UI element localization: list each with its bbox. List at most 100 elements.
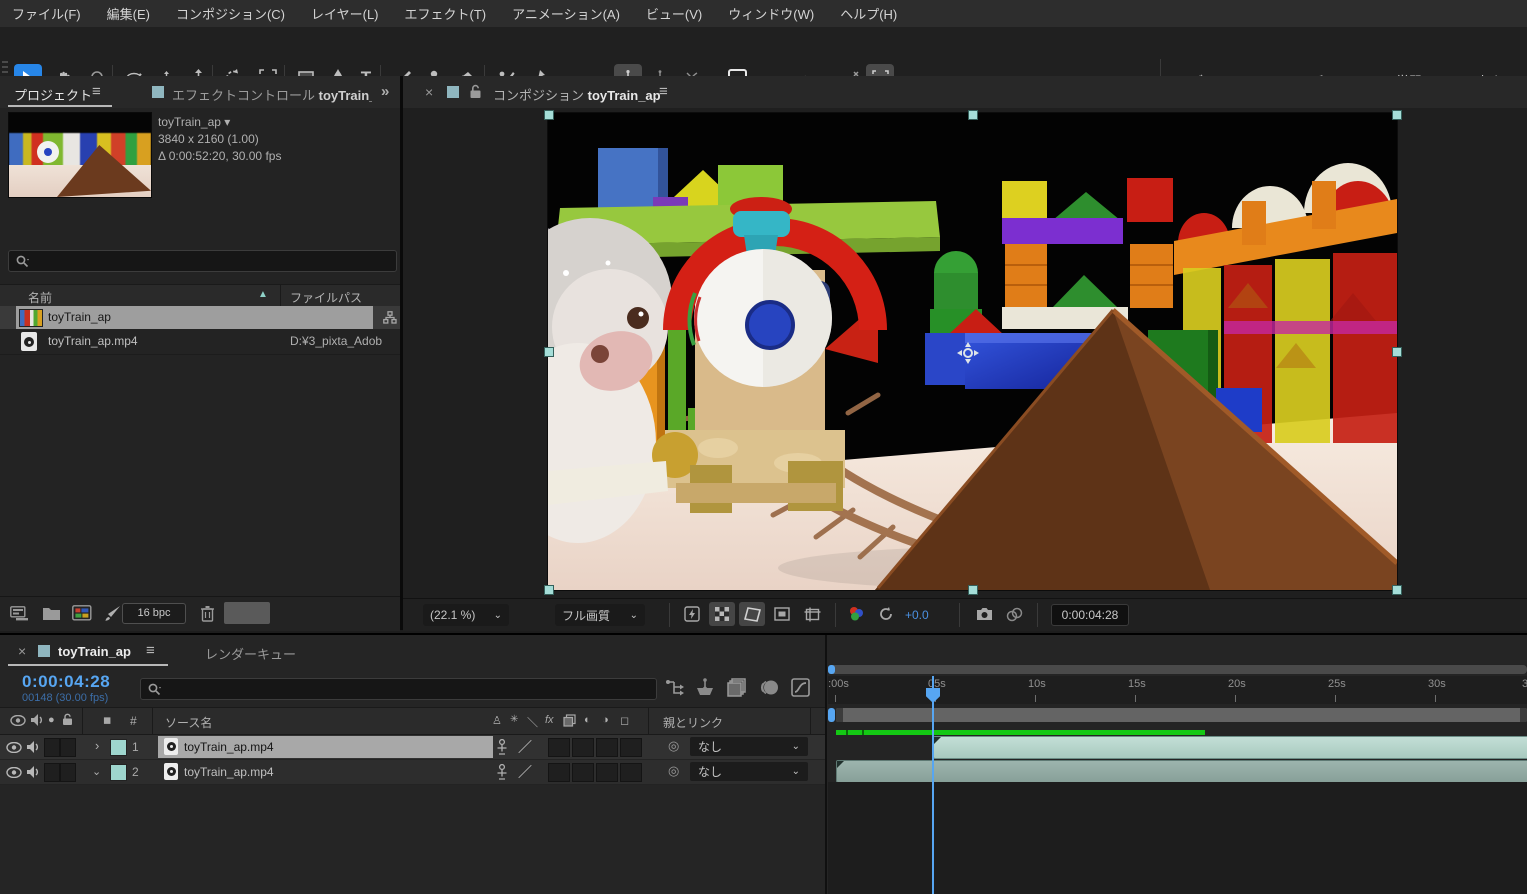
timeline-current-time[interactable]: 0:00:04:28 bbox=[22, 672, 110, 692]
layer-lock-cell[interactable] bbox=[60, 763, 76, 782]
project-row-footage[interactable]: toyTrain_ap.mp4 D:¥3_pixta_Adob bbox=[0, 330, 400, 353]
menu-edit[interactable]: 編集(E) bbox=[107, 4, 150, 23]
work-area-end-handle[interactable] bbox=[1520, 708, 1527, 722]
menu-effect[interactable]: エフェクト(T) bbox=[405, 4, 487, 23]
work-area-bar[interactable] bbox=[836, 708, 1527, 722]
layer-solo-cell[interactable] bbox=[44, 763, 60, 782]
layer-expander-icon[interactable]: ⌄ bbox=[92, 765, 101, 778]
comp-tab-label[interactable]: コンポジション toyTrain_ap bbox=[493, 85, 661, 104]
collapse-column-icon[interactable]: ✳ bbox=[510, 714, 518, 725]
number-column[interactable]: # bbox=[130, 714, 137, 728]
menu-file[interactable]: ファイル(F) bbox=[12, 4, 81, 23]
layer-video-eye-icon[interactable] bbox=[6, 742, 22, 753]
project-search-input[interactable] bbox=[8, 250, 397, 272]
parent-pickwhip-icon[interactable]: ◎ bbox=[668, 738, 679, 754]
parent-pickwhip-icon[interactable]: ◎ bbox=[668, 763, 679, 779]
snapshot-icon[interactable] bbox=[971, 602, 997, 626]
tab-timeline-comp[interactable]: toyTrain_ap bbox=[58, 644, 131, 659]
flowchart-icon[interactable] bbox=[383, 311, 397, 324]
layer-frame-blend-cell[interactable] bbox=[572, 763, 594, 782]
layer-2-duration-bar[interactable] bbox=[836, 760, 1527, 783]
layer-quality-icon[interactable]: ／ bbox=[518, 762, 532, 782]
comp-current-time[interactable]: 0:00:04:28 bbox=[1051, 604, 1129, 626]
timeline-search-input[interactable] bbox=[140, 678, 657, 700]
layer-expander-icon[interactable]: › bbox=[95, 738, 99, 753]
layer-audio-icon[interactable] bbox=[26, 765, 39, 779]
layer-name-cell[interactable]: toyTrain_ap.mp4 bbox=[158, 736, 493, 758]
region-of-interest-toggle-icon[interactable] bbox=[769, 602, 795, 626]
cube-column-icon[interactable]: ◻ bbox=[620, 714, 629, 727]
selection-handle-top-right[interactable] bbox=[1392, 110, 1402, 120]
magnification-dropdown[interactable]: (22.1 %)⌄ bbox=[423, 604, 509, 626]
layer-video-eye-icon[interactable] bbox=[6, 767, 22, 778]
layer-quality-icon[interactable]: ／ bbox=[518, 737, 532, 757]
selection-handle-mid-right[interactable] bbox=[1392, 347, 1402, 357]
layer-frame-blend-cell[interactable] bbox=[572, 738, 594, 757]
solo-column-icon[interactable]: ● bbox=[48, 714, 55, 726]
tab-render-queue[interactable]: レンダーキュー bbox=[205, 644, 296, 663]
layer-audio-icon[interactable] bbox=[26, 740, 39, 754]
new-composition-icon[interactable] bbox=[72, 605, 92, 621]
layer-fx-cell[interactable] bbox=[548, 763, 570, 782]
tab-project[interactable]: プロジェクト bbox=[14, 85, 92, 104]
adjustment-column-icon[interactable]: ◑ bbox=[602, 714, 609, 726]
project-settings-icon[interactable] bbox=[104, 605, 122, 622]
audio-column-icon[interactable] bbox=[30, 713, 43, 727]
selection-handle-mid-left[interactable] bbox=[544, 347, 554, 357]
timeline-tab-menu-icon[interactable]: ≡ bbox=[146, 642, 155, 659]
layer-source-name[interactable]: toyTrain_ap.mp4 bbox=[184, 765, 274, 779]
fx-column-icon[interactable]: fx bbox=[545, 714, 554, 726]
parent-dropdown[interactable]: なし⌄ bbox=[690, 762, 808, 781]
comp-tab-menu-icon[interactable]: ≡ bbox=[659, 83, 668, 100]
current-time-indicator-line[interactable] bbox=[932, 676, 934, 894]
fast-previews-icon[interactable] bbox=[679, 602, 705, 626]
resolution-dropdown[interactable]: フル画質⌄ bbox=[555, 604, 645, 626]
transparency-grid-icon[interactable] bbox=[709, 602, 735, 626]
quality-column-icon[interactable]: ＼ bbox=[527, 714, 538, 730]
lock-icon[interactable] bbox=[469, 84, 482, 99]
menu-composition[interactable]: コンポジション(C) bbox=[176, 4, 285, 23]
trash-icon[interactable] bbox=[200, 605, 215, 622]
interpret-footage-icon[interactable] bbox=[10, 606, 32, 621]
tab-overflow-icon[interactable]: » bbox=[381, 83, 389, 100]
menu-layer[interactable]: レイヤー(L) bbox=[311, 4, 379, 23]
mask-visibility-icon[interactable] bbox=[739, 602, 765, 626]
column-name[interactable]: 名前 bbox=[28, 289, 52, 306]
shy-column-icon[interactable]: ♙ bbox=[492, 714, 502, 727]
tab-effect-controls[interactable]: エフェクトコントロール toyTrain_ap. bbox=[172, 85, 372, 104]
draft-3d-icon[interactable] bbox=[695, 678, 715, 696]
layer-motion-blur-cell[interactable] bbox=[596, 738, 618, 757]
channel-color-icon[interactable] bbox=[843, 602, 869, 626]
sort-asc-icon[interactable]: ▲ bbox=[258, 289, 268, 300]
work-area-left-pill[interactable] bbox=[828, 708, 835, 722]
timeline-tab-close-icon[interactable]: × bbox=[18, 643, 26, 659]
label-column-icon[interactable]: ◆ bbox=[98, 712, 114, 728]
layer-motion-blur-cell[interactable] bbox=[596, 763, 618, 782]
layer-shy-icon[interactable] bbox=[496, 739, 508, 755]
motion-blur-column-icon[interactable]: ◐ bbox=[584, 714, 591, 726]
layer-anchor-point-icon[interactable] bbox=[956, 341, 980, 365]
time-navigator[interactable] bbox=[828, 665, 1527, 674]
comp-tab-close-icon[interactable]: × bbox=[425, 84, 433, 100]
menu-help[interactable]: ヘルプ(H) bbox=[840, 4, 897, 23]
layer-row-2[interactable]: ⌄ 2 toyTrain_ap.mp4 ／ ◎ なし⌄ bbox=[0, 760, 825, 785]
lock-column-icon[interactable] bbox=[62, 713, 73, 726]
layer-shy-icon[interactable] bbox=[496, 764, 508, 780]
layer-label-color[interactable] bbox=[110, 764, 127, 781]
menu-animation[interactable]: アニメーション(A) bbox=[512, 4, 620, 23]
exposure-value[interactable]: +0.0 bbox=[905, 608, 929, 622]
frame-blending-icon[interactable] bbox=[727, 678, 746, 697]
layer-lock-cell[interactable] bbox=[60, 738, 76, 757]
menu-view[interactable]: ビュー(V) bbox=[646, 4, 702, 23]
bit-depth-button[interactable]: 16 bpc bbox=[122, 603, 186, 624]
layer-3d-cell[interactable] bbox=[620, 763, 642, 782]
new-folder-icon[interactable] bbox=[42, 606, 61, 621]
comp-mini-flowchart-icon[interactable] bbox=[665, 679, 685, 696]
reset-exposure-icon[interactable] bbox=[873, 602, 899, 626]
selection-handle-bottom-right[interactable] bbox=[1392, 585, 1402, 595]
selection-handle-bottom-left[interactable] bbox=[544, 585, 554, 595]
comp-image[interactable] bbox=[548, 113, 1397, 590]
layer-label-color[interactable] bbox=[110, 739, 127, 756]
navigator-start-handle[interactable] bbox=[828, 665, 835, 674]
guides-grid-options-icon[interactable] bbox=[799, 602, 825, 626]
